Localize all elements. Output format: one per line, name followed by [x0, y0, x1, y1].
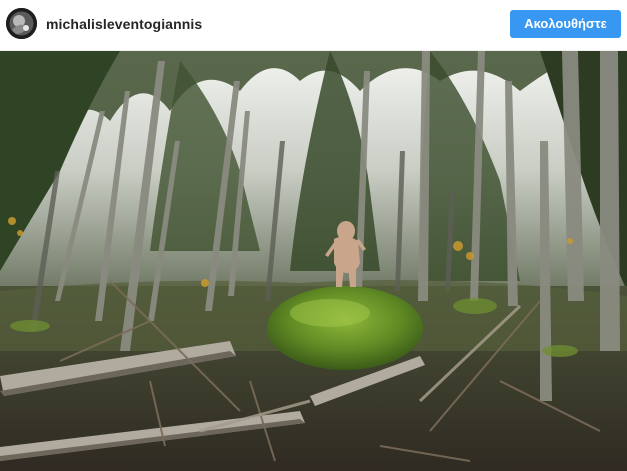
username-link[interactable]: michalisleventogiannis: [46, 15, 202, 33]
follow-button[interactable]: Ακολουθήστε: [510, 10, 621, 38]
post-photo[interactable]: [0, 51, 627, 471]
user-avatar-icon[interactable]: [6, 8, 37, 39]
post-header: michalisleventogiannis Ακολουθήστε: [0, 0, 627, 51]
avatar-image: [6, 8, 37, 39]
forest-photo-icon: [0, 51, 627, 471]
instagram-post: michalisleventogiannis Ακολουθήστε: [0, 0, 627, 471]
